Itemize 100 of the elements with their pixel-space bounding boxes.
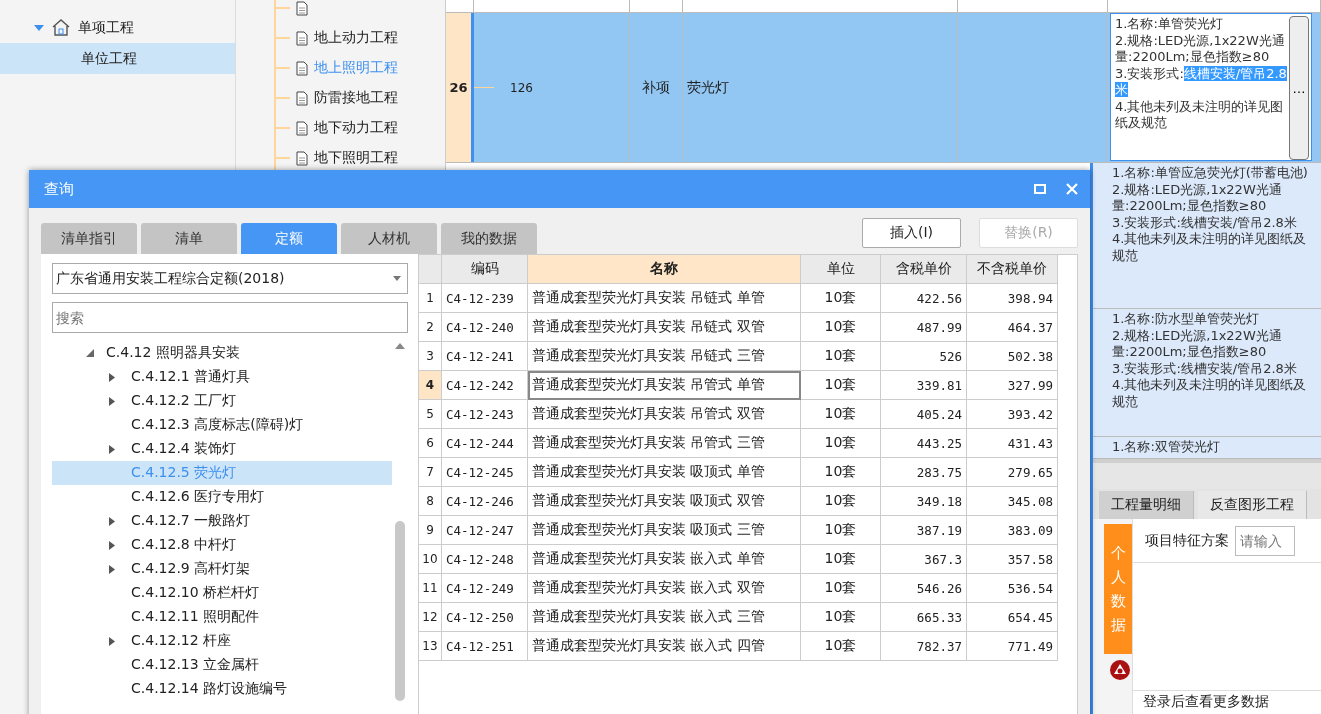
tree-node[interactable]: C.4.12.10 桥栏杆灯 — [52, 581, 392, 605]
column-header[interactable]: 编码 — [442, 255, 528, 284]
feature-editor[interactable]: 1.名称:单管荧光灯 2.规格:LED光源,1x22W光通量:2200Lm;显色指数≥80 3.安装形式:线槽安装/管吊2.8米 4.其他未列及未注明的详见图纸及规范 … — [1110, 13, 1312, 161]
table-cell: 526 — [881, 342, 967, 371]
table-cell: 补项 — [642, 78, 670, 97]
row-number[interactable]: 12 — [419, 603, 442, 632]
row-number[interactable]: 5 — [419, 400, 442, 429]
table-cell: 普通成套型荧光灯具安装 嵌入式 四管 — [528, 632, 801, 661]
table-cell: C4-12-251 — [442, 632, 528, 661]
table-cell: 普通成套型荧光灯具安装 吊管式 双管 — [528, 400, 801, 429]
tree-node[interactable]: C.4.12.3 高度标志(障碍)灯 — [52, 413, 392, 437]
tree-node[interactable]: C.4.12.8 中杆灯 — [52, 533, 392, 557]
feature-item: 3.安装形式:线槽安装/管吊2.8米 — [1115, 65, 1287, 99]
tree-node[interactable]: C.4.12.4 装饰灯 — [52, 437, 392, 461]
column-header[interactable]: 不含税单价 — [967, 255, 1058, 284]
table-cell: 10套 — [801, 342, 881, 371]
table-cell: 10套 — [801, 400, 881, 429]
tree-node[interactable]: C.4.12.11 照明配件 — [52, 605, 392, 629]
table-cell: C4-12-241 — [442, 342, 528, 371]
table-cell: 普通成套型荧光灯具安装 吸顶式 三管 — [528, 516, 801, 545]
tab[interactable]: 反查图形工程 — [1198, 491, 1307, 519]
row-number[interactable]: 7 — [419, 458, 442, 487]
row-number[interactable]: 6 — [419, 429, 442, 458]
maximize-icon[interactable] — [1034, 184, 1046, 194]
row-number[interactable]: 13 — [419, 632, 442, 661]
tab[interactable]: 清单 — [141, 223, 237, 254]
table-cell: C4-12-245 — [442, 458, 528, 487]
row-number[interactable]: 11 — [419, 574, 442, 603]
tree-node[interactable]: C.4.12.9 高杆灯架 — [52, 557, 392, 581]
feature-item: 1.名称:防水型单管荧光灯 — [1112, 311, 1260, 328]
column-header[interactable]: 含税单价 — [881, 255, 967, 284]
table-cell: 283.75 — [881, 458, 967, 487]
tree-node[interactable]: C.4.12 照明器具安装 — [52, 341, 392, 365]
file-item[interactable]: 防雷接地工程 — [314, 89, 398, 107]
dialog-title: 查询 — [44, 179, 74, 199]
tab[interactable]: 人材机 — [341, 223, 437, 254]
tab[interactable]: 清单指引 — [41, 223, 137, 254]
row-number[interactable]: 8 — [419, 487, 442, 516]
action-button[interactable]: 插入(I) — [862, 218, 961, 248]
column-header[interactable]: 名称 — [528, 255, 801, 284]
row-number[interactable]: 4 — [419, 371, 442, 400]
table-cell: 422.56 — [881, 284, 967, 313]
table-cell: 普通成套型荧光灯具安装 吊链式 单管 — [528, 284, 801, 313]
scroll-up-icon[interactable] — [395, 343, 405, 349]
table-cell: 345.08 — [967, 487, 1058, 516]
table-cell: 普通成套型荧光灯具安装 嵌入式 单管 — [528, 545, 801, 574]
table-cell: 普通成套型荧光灯具安装 吸顶式 双管 — [528, 487, 801, 516]
table-cell: 10套 — [801, 429, 881, 458]
search-field[interactable]: 搜索 — [52, 302, 408, 333]
row-number[interactable]: 2 — [419, 313, 442, 342]
table-cell: 393.42 — [967, 400, 1058, 429]
tree-node[interactable]: C.4.12.7 一般路灯 — [52, 509, 392, 533]
table-cell: C4-12-240 — [442, 313, 528, 342]
tab[interactable]: 工程量明细 — [1099, 491, 1194, 519]
file-item[interactable]: 地上动力工程 — [314, 29, 398, 47]
table-row[interactable]: 26 126 补项 荧光灯 1.名称:单管荧光灯 2.规格:LED光源,1x22W光通量:2200Lm;显色指数≥80 3.安装形式:线槽安装/管吊2.8米 4.其他未列及未注明的详见图纸及规范 … — [446, 13, 1321, 163]
tab[interactable]: 我的数据 — [441, 223, 537, 254]
row-number[interactable]: 10 — [419, 545, 442, 574]
feature-item: 4.其他未列及未注明的详见图纸及规范 — [1112, 231, 1308, 264]
tree-node[interactable]: C.4.12.2 工厂灯 — [52, 389, 392, 413]
row-number[interactable]: 1 — [419, 284, 442, 313]
close-icon[interactable] — [1066, 183, 1078, 195]
table-cell: C4-12-246 — [442, 487, 528, 516]
feature-item: 2.规格:LED光源,1x22W光通量:2200Lm;显色指数≥80 — [1115, 32, 1286, 66]
tree-node[interactable]: C.4.12.14 路灯设施编号 — [52, 677, 392, 701]
emblem-icon[interactable] — [1108, 658, 1132, 682]
row-number[interactable]: 9 — [419, 516, 442, 545]
scrollbar[interactable] — [392, 341, 408, 701]
table-cell: 10套 — [801, 458, 881, 487]
table-cell: 10套 — [801, 371, 881, 400]
tree-node[interactable]: C.4.12.6 医疗专用灯 — [52, 485, 392, 509]
document-icon — [296, 150, 308, 166]
table-cell: 383.09 — [967, 516, 1058, 545]
document-icon — [296, 30, 308, 46]
more-button[interactable]: … — [1289, 16, 1309, 160]
tree-node[interactable]: C.4.12.1 普通灯具 — [52, 365, 392, 389]
column-header[interactable]: 单位 — [801, 255, 881, 284]
tree-node[interactable]: 单项工程 — [0, 12, 235, 43]
table-cell: 398.94 — [967, 284, 1058, 313]
tree-node[interactable]: 单位工程 — [0, 43, 235, 74]
file-item[interactable]: 地下动力工程 — [314, 119, 398, 137]
table-cell: 387.19 — [881, 516, 967, 545]
row-number[interactable]: 3 — [419, 342, 442, 371]
table-cell: 普通成套型荧光灯具安装 吊链式 三管 — [528, 342, 801, 371]
scheme-input[interactable]: 请输入 — [1235, 526, 1295, 556]
table-cell: 327.99 — [967, 371, 1058, 400]
library-select[interactable]: 广东省通用安装工程综合定额(2018) — [52, 263, 408, 294]
tree-node[interactable]: C.4.12.12 杆座 — [52, 629, 392, 653]
tree-node[interactable]: C.4.12.13 立金属杆 — [52, 653, 392, 677]
document-icon — [296, 120, 308, 136]
table-cell: 367.3 — [881, 545, 967, 574]
login-hint: 登录后查看更多数据 — [1143, 693, 1269, 709]
table-cell: 10套 — [801, 632, 881, 661]
table-cell: 126 — [510, 80, 533, 95]
table-cell: 487.99 — [881, 313, 967, 342]
file-item[interactable]: 地下照明工程 — [314, 149, 398, 167]
table-cell: 普通成套型荧光灯具安装 吊管式 三管 — [528, 429, 801, 458]
dropdown-caret-icon — [393, 276, 401, 281]
table-cell: 279.65 — [967, 458, 1058, 487]
house-icon — [52, 19, 70, 36]
